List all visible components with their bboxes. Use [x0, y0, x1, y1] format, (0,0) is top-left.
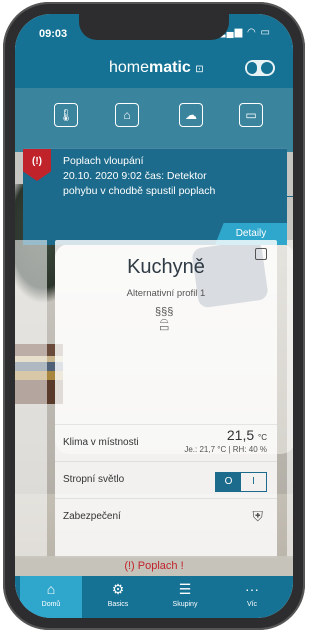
cooking-pot-icon: §§§ ⌓ ▭ [155, 306, 174, 334]
tab-home[interactable]: ⌂ Domů [20, 576, 82, 618]
room-profile: Alternativní profil 1 [126, 288, 206, 299]
gear-icon: ⚙ [111, 581, 125, 597]
quick-access-bar: 🌡 ⌂ ☁ ▭ [15, 88, 293, 152]
tab-bar: ⌂ Domů ⚙ Basics ☰ Skupiny ··· Víc [15, 576, 293, 618]
security-row[interactable]: Zabezpečení ⛨ [55, 498, 277, 535]
card-view-icon [261, 62, 273, 74]
climate-unit: °C [258, 433, 267, 442]
tab-home-label: Domů [41, 601, 61, 608]
app-screen: 09:03 ▂▄▆ ◠ ▭ homematic ⊡ 🌡 ⌂ ☁ ▭ (!) Po… [15, 14, 293, 618]
climate-details: Je.: 21,7 °C | RH: 40 % [184, 445, 267, 454]
tab-groups-label: Skupiny [172, 601, 198, 608]
alarm-warning-icon: (!) [124, 560, 135, 572]
light-on-button[interactable]: I [241, 473, 266, 491]
home-icon[interactable]: ⌂ [115, 103, 139, 127]
alarm-flag-icon: (!) [23, 149, 51, 181]
app-header: homematic ⊡ [15, 48, 293, 88]
groups-icon: ☰ [178, 581, 192, 597]
phone-frame: 09:03 ▂▄▆ ◠ ▭ homematic ⊡ 🌡 ⌂ ☁ ▭ (!) Po… [3, 2, 305, 630]
alarm-message-line-1: 20.10. 2020 9:02 čas: Detektor [63, 170, 207, 182]
ceiling-light-row: Stropní světlo O I [55, 461, 277, 498]
shield-check-icon: ⛨ [252, 508, 264, 524]
climate-row[interactable]: Klima v místnosti 21,5 °C Je.: 21,7 °C |… [55, 424, 277, 461]
tab-more[interactable]: ··· Víc [221, 576, 283, 618]
callout-line [263, 196, 293, 197]
previous-room-card[interactable] [15, 240, 47, 558]
climate-value: 21,5 °C [226, 427, 267, 443]
more-icon: ··· [245, 581, 259, 597]
alarm-status-bar[interactable]: (!) Poplach ! [15, 556, 293, 576]
alarm-status-label: Poplach ! [137, 560, 184, 572]
alarm-notification[interactable]: (!) Poplach vloupání 20.10. 2020 9:02 ča… [23, 148, 287, 245]
cloud-icon[interactable]: ☁ [179, 103, 203, 127]
alarm-message-line-2: pohybu v chodbě spustil poplach [63, 185, 216, 197]
ceiling-light-label: Stropní světlo [63, 474, 125, 485]
window-icon[interactable]: ▭ [239, 103, 263, 127]
home-icon: ⌂ [46, 581, 56, 597]
thermometer-icon[interactable]: 🌡 [54, 103, 78, 127]
climate-label: Klima v místnosti [63, 437, 139, 448]
security-label: Zabezpečení [63, 511, 121, 522]
light-off-button[interactable]: O [216, 473, 241, 491]
room-device-list: Klima v místnosti 21,5 °C Je.: 21,7 °C |… [55, 424, 277, 535]
alarm-title: Poplach vloupání [63, 155, 144, 167]
tab-more-label: Víc [246, 601, 258, 608]
view-toggle[interactable] [245, 60, 275, 76]
brand-logo: homematic ⊡ [109, 59, 204, 76]
tab-basics[interactable]: ⚙ Basics [87, 576, 149, 618]
ceiling-light-switch[interactable]: O I [215, 472, 267, 492]
room-title: Kuchyně [127, 256, 205, 278]
next-room-card[interactable] [287, 240, 293, 558]
tab-basics-label: Basics [107, 601, 129, 608]
tab-groups[interactable]: ☰ Skupiny [154, 576, 216, 618]
list-view-icon [247, 62, 257, 74]
status-time: 09:03 [39, 28, 68, 40]
brand-mark-icon: ⊡ [195, 64, 204, 75]
device-notch [79, 14, 229, 40]
